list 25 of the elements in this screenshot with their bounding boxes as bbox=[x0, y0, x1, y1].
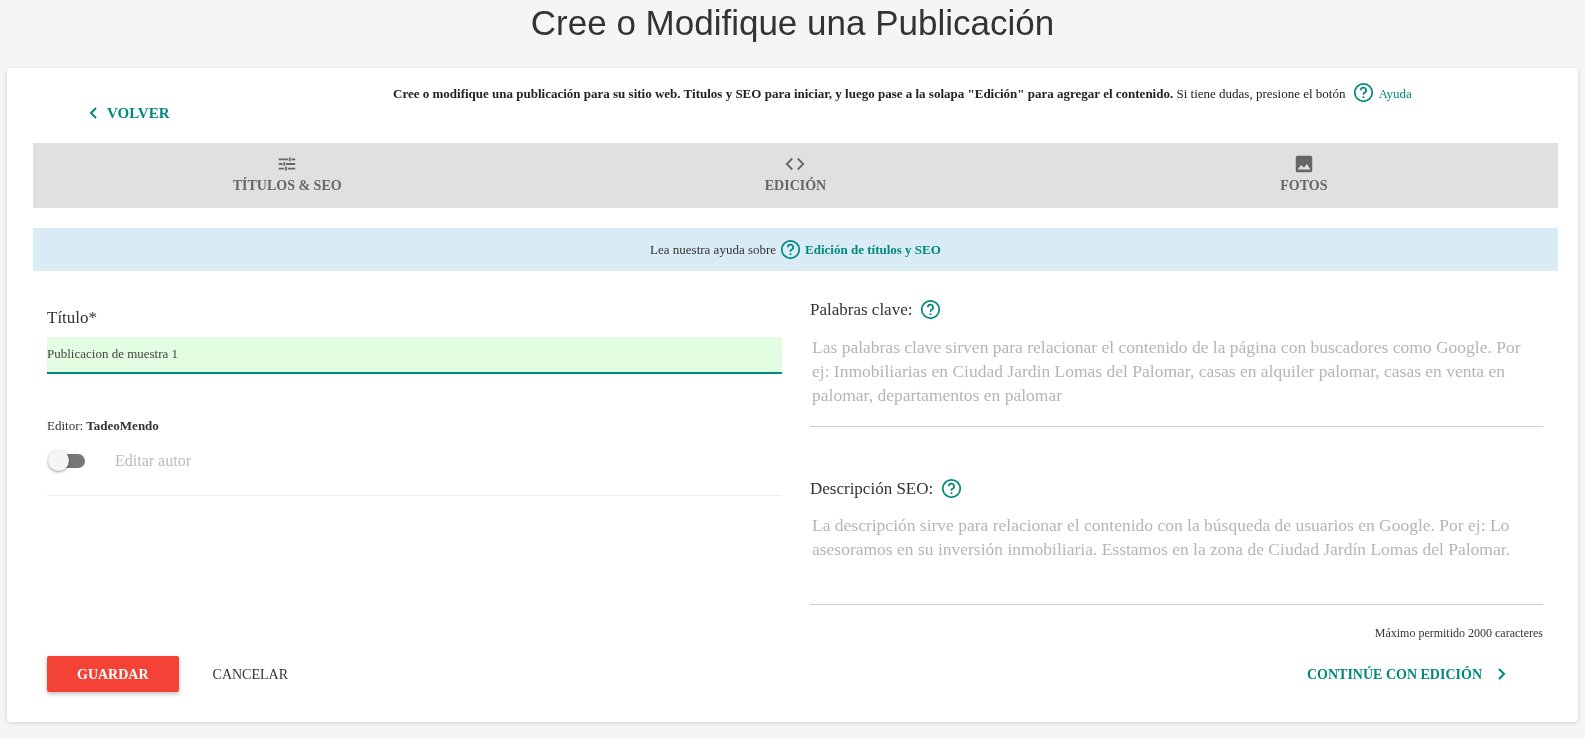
banner-text: Lea nuestra ayuda sobre bbox=[650, 240, 777, 259]
tab[interactable]: EDICIÓN bbox=[541, 143, 1050, 208]
toggle-label: Editar autor bbox=[115, 451, 191, 471]
title-label: Título* bbox=[47, 307, 99, 329]
help-icon bbox=[1353, 82, 1375, 103]
help-link[interactable]: Edición de títulos y SEO bbox=[805, 239, 941, 260]
page-title: Cree o Modifique una Publicación bbox=[529, 2, 1056, 44]
description-label: Descripción SEO: bbox=[810, 477, 934, 500]
title-input-field[interactable]: Publicacion de muestra 1 bbox=[47, 336, 782, 374]
tab[interactable]: FOTOS bbox=[1049, 143, 1558, 208]
cancel-button[interactable]: CANCELAR bbox=[178, 656, 322, 692]
help-link[interactable]: Ayuda bbox=[1378, 84, 1412, 104]
save-button[interactable]: GUARDAR bbox=[47, 656, 179, 692]
editor-text: Editor: TadeoMendo bbox=[47, 416, 160, 435]
back-link[interactable]: VOLVER bbox=[89, 102, 170, 125]
help-icon bbox=[941, 477, 963, 499]
help-icon bbox=[920, 299, 942, 321]
help-icon bbox=[780, 239, 802, 260]
tab[interactable]: TÍTULOS & SEO bbox=[33, 143, 542, 208]
chevron-left-icon bbox=[89, 107, 97, 120]
keywords-label: Palabras clave: bbox=[810, 299, 913, 321]
continue-link[interactable]: CONTINÚE CON EDICIÓN bbox=[1306, 663, 1506, 685]
intro-text: Cree o modifique una publicación para su sitio web. Titulos y SEO para iniciar, y luego pase a la solapa "Edición" para agregar el contenido. Si tiene dudas, presione el botón bbox=[393, 85, 1346, 103]
chevron-right-icon bbox=[1498, 668, 1506, 680]
character-limit-hint: Máximo permitido 2000 caracteres bbox=[1374, 626, 1543, 640]
